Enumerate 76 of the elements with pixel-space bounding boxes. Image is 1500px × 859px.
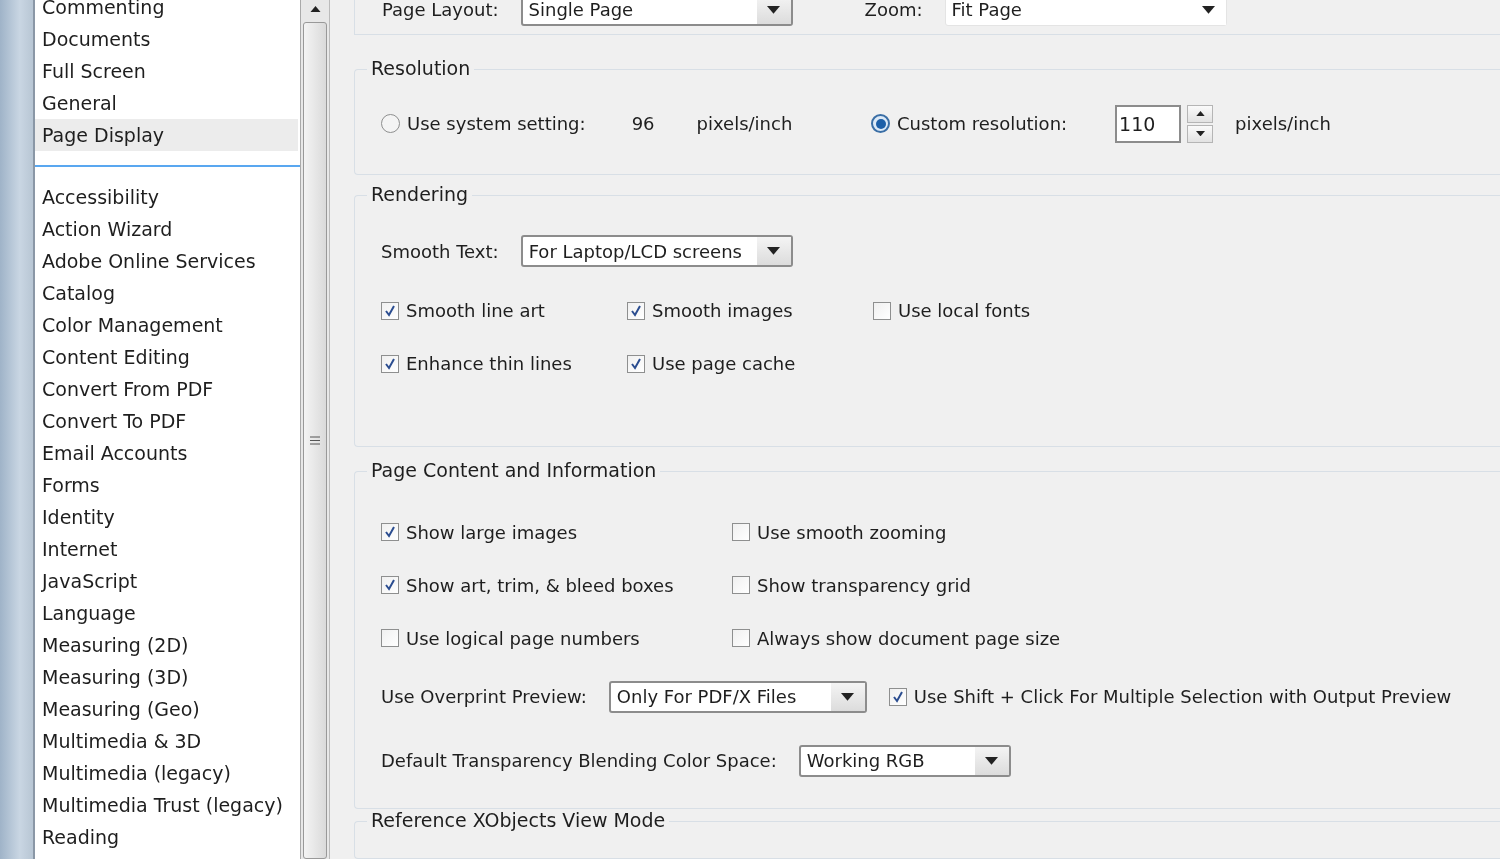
label: Page Layout: <box>382 0 499 21</box>
checkbox[interactable]: Use local fonts <box>873 300 1031 321</box>
category-item[interactable]: General <box>35 87 298 119</box>
checkbox[interactable]: Enhance thin lines <box>381 353 572 374</box>
checkbox[interactable]: Smooth line art <box>381 300 545 321</box>
category-item[interactable]: Reading <box>35 821 298 853</box>
category-item[interactable]: Commenting <box>35 0 298 23</box>
checkbox[interactable]: Show art, trim, & bleed boxes <box>381 574 674 596</box>
category-item[interactable]: Adobe Online Services <box>35 245 298 277</box>
scrollbar[interactable] <box>301 0 330 859</box>
label: Use Overprint Preview: <box>381 686 587 708</box>
up-arrow-icon <box>1195 111 1205 117</box>
check-mark-icon <box>630 304 642 317</box>
category-item[interactable]: Accessibility <box>35 181 298 213</box>
checkbox[interactable]: Smooth images <box>627 300 793 321</box>
radio-circle[interactable] <box>381 114 400 134</box>
up-arrow-icon <box>309 5 321 13</box>
radio-button[interactable]: Use system setting: <box>381 113 586 135</box>
checkbox[interactable]: Show large images <box>381 521 578 543</box>
category-item[interactable]: Language <box>35 597 298 629</box>
check-mark-icon <box>384 526 396 539</box>
category-item[interactable]: Measuring (Geo) <box>35 693 298 725</box>
spinner[interactable] <box>1187 104 1214 143</box>
check-mark-icon <box>891 690 904 703</box>
category-item[interactable]: Action Wizard <box>35 213 298 245</box>
dropdown[interactable]: Fit Page <box>944 0 1227 26</box>
label: 96 <box>631 113 655 135</box>
category-item[interactable]: Full Screen <box>35 55 298 87</box>
down-arrow-icon <box>1202 5 1216 14</box>
label: Smooth Text: <box>381 240 499 262</box>
category-item[interactable]: Content Editing <box>35 341 298 373</box>
down-arrow-icon <box>985 756 999 765</box>
label: pixels/inch <box>696 113 793 135</box>
dropdown[interactable]: For Laptop/LCD screens <box>520 235 793 267</box>
category-item[interactable]: Convert To PDF <box>35 405 298 437</box>
grip-icon <box>310 436 320 445</box>
down-arrow-icon <box>1195 131 1205 137</box>
category-item[interactable]: Forms <box>35 469 298 501</box>
checkbox[interactable]: Show transparency grid <box>732 574 972 596</box>
label: pixels/inch <box>1235 113 1331 135</box>
scrollbar-thumb[interactable] <box>303 22 327 859</box>
group-title: Rendering <box>367 183 473 205</box>
category-item[interactable]: Page Display <box>35 119 298 151</box>
category-item[interactable]: Documents <box>35 23 298 55</box>
radio-circle[interactable] <box>871 114 890 134</box>
resolution-input[interactable]: 110 <box>1115 104 1182 143</box>
down-arrow-icon <box>841 692 855 701</box>
down-arrow-icon <box>767 5 781 14</box>
category-item[interactable]: Catalog <box>35 277 298 309</box>
check-mark-icon <box>384 304 396 317</box>
category-item[interactable]: Identity <box>35 501 298 533</box>
label: Default Transparency Blending Color Space: <box>381 750 777 772</box>
check-mark-icon <box>384 357 396 370</box>
category-item[interactable]: Email Accounts <box>35 437 298 469</box>
check-mark-icon <box>630 357 642 370</box>
category-item[interactable]: Measuring (2D) <box>35 629 298 661</box>
category-item[interactable]: Internet <box>35 533 298 565</box>
checkbox[interactable]: Use logical page numbers <box>381 627 640 649</box>
label: Zoom: <box>864 0 923 21</box>
category-item[interactable]: Convert From PDF <box>35 373 298 405</box>
radio-button[interactable]: Custom resolution: <box>871 113 1068 135</box>
dropdown[interactable]: Single Page <box>520 0 793 26</box>
checkbox[interactable]: Use smooth zooming <box>732 521 947 543</box>
category-item[interactable]: Multimedia (legacy) <box>35 757 298 789</box>
category-item[interactable]: Color Management <box>35 309 298 341</box>
checkbox[interactable]: Use page cache <box>627 353 796 374</box>
checkbox[interactable]: Use Shift + Click For Multiple Selection with Output Preview <box>888 686 1452 708</box>
dropdown[interactable]: Only For PDF/X Files <box>608 680 867 713</box>
category-item[interactable]: JavaScript <box>35 565 298 597</box>
category-item[interactable]: Measuring (3D) <box>35 661 298 693</box>
category-item[interactable]: Multimedia & 3D <box>35 725 298 757</box>
checkbox[interactable]: Always show document page size <box>732 627 1061 649</box>
down-arrow-icon <box>767 247 781 255</box>
category-item[interactable]: Multimedia Trust (legacy) <box>35 789 298 821</box>
dropdown[interactable]: Working RGB <box>798 744 1011 777</box>
check-mark-icon <box>384 579 396 592</box>
